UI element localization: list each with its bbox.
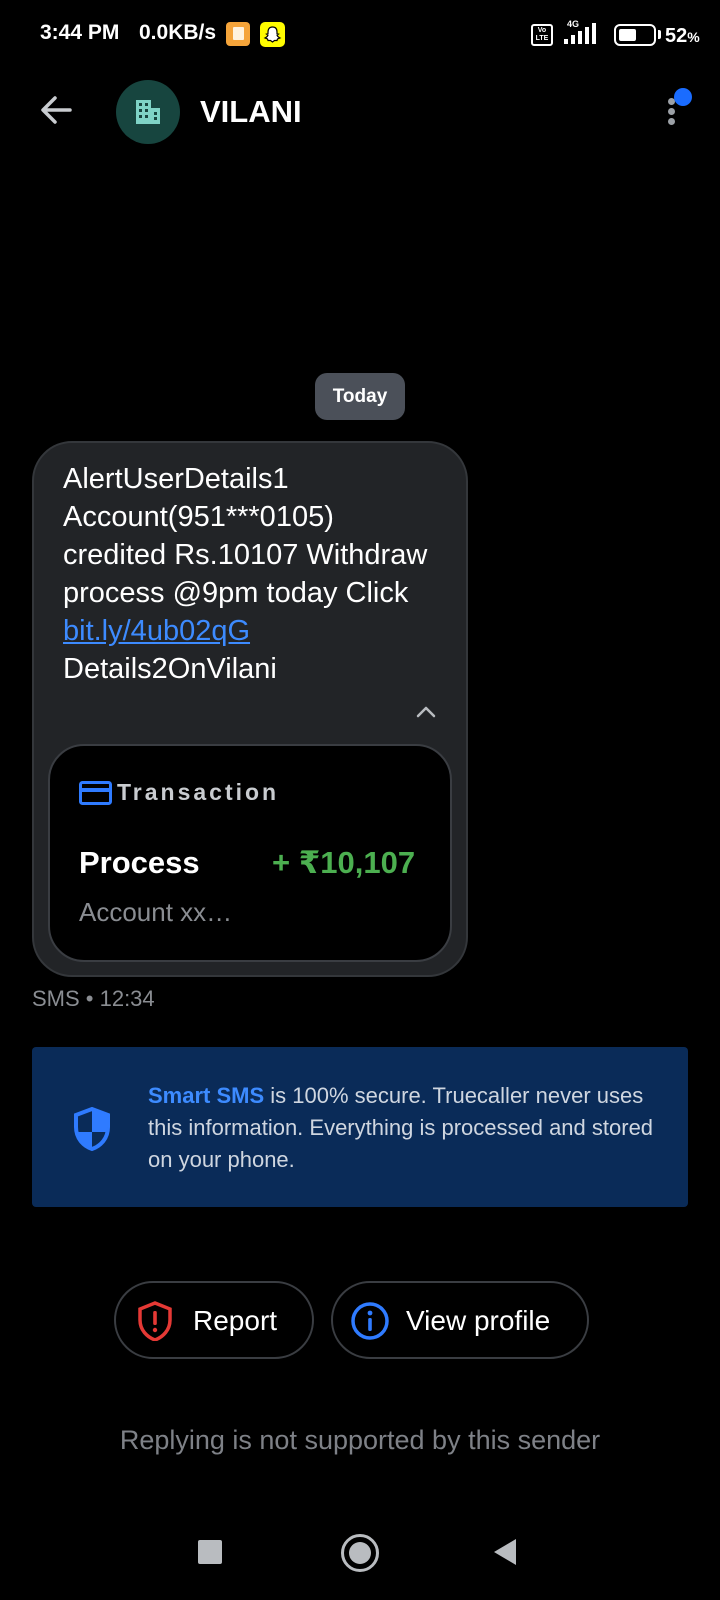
status-time: 3:44 PM xyxy=(40,21,120,44)
transaction-account: Account xx… xyxy=(79,897,233,927)
more-options-button[interactable] xyxy=(660,88,700,132)
battery-tip xyxy=(658,30,661,39)
battery-percent: 52% xyxy=(665,25,700,47)
home-button[interactable] xyxy=(341,1534,379,1572)
message-meta: SMS • 12:34 xyxy=(32,986,155,1011)
battery-level-fill xyxy=(619,29,636,41)
signal-4g-icon: 4G xyxy=(564,19,596,44)
notification-badge xyxy=(674,88,692,106)
smart-sms-label[interactable]: Smart SMS xyxy=(148,1083,264,1108)
transaction-label: Transaction xyxy=(117,779,280,805)
snapchat-notification-icon xyxy=(260,22,285,47)
recents-button[interactable] xyxy=(198,1540,222,1564)
network-type-label: 4G xyxy=(567,19,579,29)
shield-alert-icon xyxy=(138,1301,172,1341)
nav-back-button[interactable] xyxy=(494,1539,516,1565)
more-vert-icon-dot xyxy=(668,108,675,115)
status-bar: 3:44 PM 0.0KB/s Vo LTE 4G 52% xyxy=(0,0,720,70)
report-button[interactable]: Report xyxy=(114,1281,314,1359)
message-link[interactable]: bit.ly/4ub02qG xyxy=(63,615,250,647)
info-icon xyxy=(351,1302,389,1340)
sender-avatar[interactable] xyxy=(116,80,180,144)
credit-card-icon xyxy=(79,781,112,805)
volte-icon: Vo LTE xyxy=(531,24,553,46)
transaction-title: Process xyxy=(79,845,200,880)
sender-name: VILANI xyxy=(200,94,302,129)
back-button[interactable] xyxy=(36,90,76,130)
arrow-left-icon xyxy=(41,96,72,124)
gallery-notification-icon xyxy=(226,22,250,46)
message-text: AlertUserDetails1 Account(951***0105) cr… xyxy=(63,460,433,688)
message-body-part2: Details2OnVilani xyxy=(63,653,277,685)
view-profile-button[interactable]: View profile xyxy=(331,1281,589,1359)
message-body-part1: AlertUserDetails1 Account(951***0105) cr… xyxy=(63,463,428,609)
status-net-speed: 0.0KB/s xyxy=(139,21,217,44)
reply-unsupported-note: Replying is not supported by this sender xyxy=(119,1425,601,1455)
secure-info-text: Smart SMS is 100% secure. Truecaller nev… xyxy=(148,1080,658,1176)
more-vert-icon-dot xyxy=(668,118,675,125)
shield-icon xyxy=(74,1107,110,1151)
chevron-up-icon xyxy=(416,706,436,718)
battery-icon xyxy=(614,24,656,46)
transaction-amount: + ₹10,107 xyxy=(272,845,416,880)
collapse-button[interactable] xyxy=(414,700,438,724)
view-profile-label: View profile xyxy=(406,1305,551,1336)
date-separator-chip: Today xyxy=(315,373,405,420)
report-label: Report xyxy=(193,1305,278,1336)
building-icon xyxy=(136,100,160,124)
